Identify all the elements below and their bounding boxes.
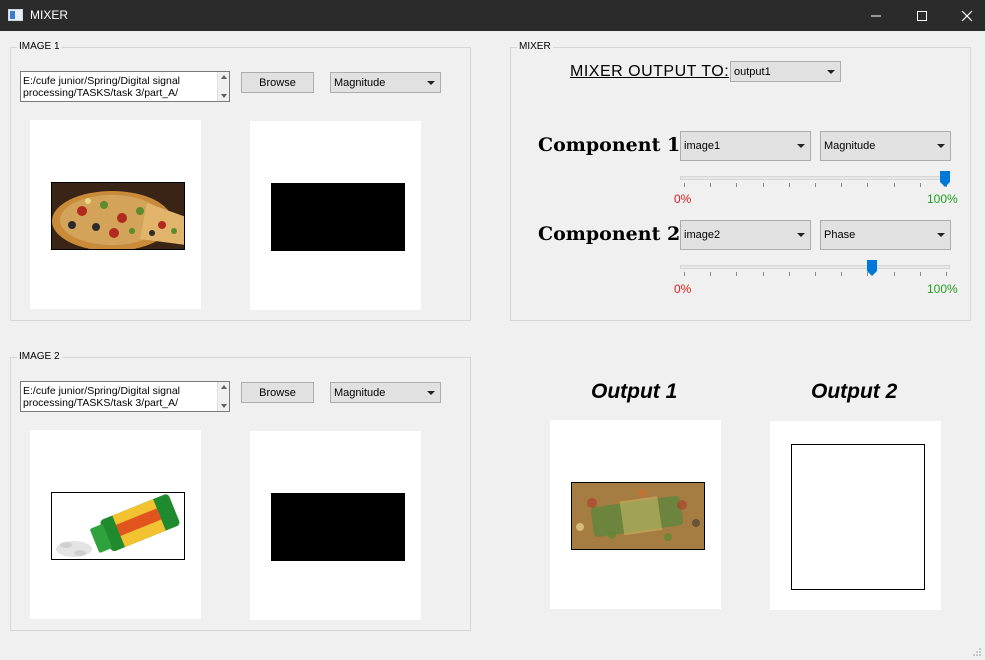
slider-tick (763, 272, 764, 276)
slider-tick (815, 272, 816, 276)
output2-panel (770, 421, 941, 610)
component1-max-label: 100% (927, 192, 958, 206)
mixer-output-label: MIXER OUTPUT TO: (570, 63, 730, 80)
slider-tick (920, 272, 921, 276)
image1-path-text: E:/cufe junior/Spring/Digital signal pro… (23, 75, 180, 99)
scroll-up-icon (221, 75, 227, 79)
scroll-down-icon (221, 94, 227, 98)
title-bar: MIXER (0, 0, 985, 31)
component2-min-label: 0% (674, 282, 692, 296)
maximize-icon (917, 10, 927, 21)
window-title: MIXER (30, 8, 69, 22)
image2-path-text: E:/cufe junior/Spring/Digital signal pro… (23, 385, 180, 409)
output1-picture (571, 482, 705, 550)
component2-label: Component 2: (538, 223, 688, 245)
image2-picture (51, 492, 185, 560)
slider-tick (920, 183, 921, 187)
output2-title: Output 2 (811, 380, 898, 403)
image2-component-view (271, 493, 405, 561)
slider-tick (789, 272, 790, 276)
chevron-down-icon (797, 233, 805, 237)
slider-tick (894, 183, 895, 187)
chevron-down-icon (797, 144, 805, 148)
mixer-output-select[interactable]: output1 (730, 61, 841, 82)
slider-groove (680, 265, 950, 269)
scroll-up-icon (221, 385, 227, 389)
component2-image-value: image2 (684, 229, 721, 241)
slider-tick (815, 183, 816, 187)
image2-component-select[interactable]: Magnitude (330, 382, 441, 403)
image1-component-panel (250, 121, 421, 310)
chevron-down-icon (827, 69, 835, 74)
component2-max-label: 100% (927, 282, 958, 296)
slider-tick (684, 272, 685, 276)
slider-tick (789, 183, 790, 187)
slider-tick (710, 183, 711, 187)
slider-tick (841, 183, 842, 187)
chevron-down-icon (427, 80, 435, 85)
component1-slider[interactable] (680, 171, 950, 195)
image1-component-view (271, 183, 405, 251)
image2-component-panel (250, 431, 421, 620)
image1-path-scrollbar[interactable] (217, 72, 229, 101)
image1-browse-button[interactable]: Browse (241, 72, 314, 93)
slider-groove (680, 176, 950, 180)
chevron-down-icon (937, 233, 945, 237)
output2-picture (791, 444, 925, 590)
slider-tick (763, 183, 764, 187)
slider-tick (841, 272, 842, 276)
chevron-down-icon (937, 144, 945, 148)
image2-component-value: Magnitude (334, 386, 386, 399)
component1-label: Component 1: (538, 134, 688, 156)
resize-grip-icon[interactable] (972, 647, 982, 657)
component1-min-label: 0% (674, 192, 692, 206)
close-button[interactable] (944, 0, 985, 31)
component2-type-select[interactable]: Phase (820, 220, 951, 250)
chevron-down-icon (427, 390, 435, 395)
slider-tick (867, 183, 868, 187)
image1-component-select[interactable]: Magnitude (330, 72, 441, 93)
minimize-button[interactable] (853, 0, 899, 31)
image2-path-field[interactable]: E:/cufe junior/Spring/Digital signal pro… (20, 381, 230, 412)
output1-panel (550, 420, 721, 609)
mixer-group-title: MIXER (517, 41, 553, 53)
image1-path-field[interactable]: E:/cufe junior/Spring/Digital signal pro… (20, 71, 230, 102)
minimize-icon (871, 15, 881, 16)
component1-image-value: image1 (684, 140, 721, 152)
zinc-bottle-image (52, 493, 184, 559)
component2-type-value: Phase (824, 229, 856, 241)
image1-group-title: IMAGE 1 (17, 41, 62, 53)
slider-tick (894, 272, 895, 276)
component1-type-value: Magnitude (824, 140, 876, 152)
slider-handle[interactable] (867, 260, 877, 276)
maximize-button[interactable] (899, 0, 945, 31)
component1-image-select[interactable]: image1 (680, 131, 811, 161)
image2-browse-button[interactable]: Browse (241, 382, 314, 403)
slider-tick (736, 183, 737, 187)
component2-slider[interactable] (680, 260, 950, 284)
slider-handle[interactable] (940, 171, 950, 187)
image1-picture (51, 182, 185, 250)
image2-path-scrollbar[interactable] (217, 382, 229, 411)
slider-tick (736, 272, 737, 276)
component1-type-select[interactable]: Magnitude (820, 131, 951, 161)
close-icon (961, 10, 973, 21)
output1-title: Output 1 (591, 380, 678, 403)
component2-image-select[interactable]: image2 (680, 220, 811, 250)
pizza-image (52, 183, 184, 249)
image1-component-value: Magnitude (334, 76, 386, 89)
mixer-output-value: output1 (734, 65, 771, 78)
image2-original-panel (30, 430, 201, 619)
scroll-down-icon (221, 404, 227, 408)
image2-group-title: IMAGE 2 (17, 351, 62, 363)
slider-tick (684, 183, 685, 187)
slider-tick (710, 272, 711, 276)
slider-tick (946, 272, 947, 276)
mixed-output-image (572, 483, 704, 549)
app-icon (8, 9, 23, 21)
image1-original-panel (30, 120, 201, 309)
